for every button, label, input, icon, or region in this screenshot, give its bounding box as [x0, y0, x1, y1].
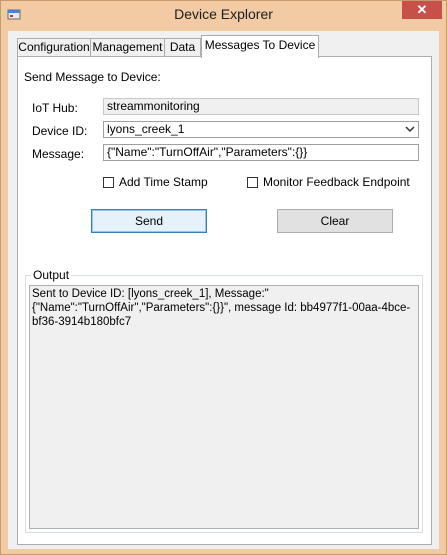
add-timestamp-checkbox[interactable] [103, 177, 114, 188]
send-message-heading: Send Message to Device: [24, 70, 161, 84]
output-group: Output Sent to Device ID: [lyons_creek_1… [25, 268, 423, 533]
device-id-label: Device ID: [32, 124, 88, 138]
window-title: Device Explorer [174, 6, 273, 22]
title-bar[interactable]: Device Explorer ✕ [1, 1, 446, 27]
monitor-feedback-label[interactable]: Monitor Feedback Endpoint [263, 175, 410, 189]
add-timestamp-label[interactable]: Add Time Stamp [119, 175, 208, 189]
output-textbox[interactable]: Sent to Device ID: [lyons_creek_1], Mess… [29, 285, 419, 529]
device-id-dropdown[interactable]: lyons_creek_1 [103, 121, 419, 138]
client-area: Configuration Management Data Messages T… [8, 31, 439, 549]
send-button[interactable]: Send [91, 209, 207, 233]
iot-hub-field[interactable]: streammonitoring [103, 98, 419, 115]
iot-hub-label: IoT Hub: [32, 101, 78, 115]
messages-panel: Send Message to Device: IoT Hub: streamm… [17, 56, 432, 545]
device-id-value: lyons_creek_1 [107, 122, 185, 136]
app-window: Device Explorer ✕ Configuration Manageme… [0, 0, 447, 555]
tab-configuration[interactable]: Configuration [17, 38, 91, 57]
tab-management[interactable]: Management [90, 38, 165, 57]
message-label: Message: [32, 147, 85, 161]
close-button[interactable]: ✕ [402, 1, 442, 19]
tab-data[interactable]: Data [164, 38, 201, 57]
close-icon: ✕ [416, 2, 428, 17]
tab-messages-to-device[interactable]: Messages To Device [201, 35, 319, 58]
message-input[interactable]: {"Name":"TurnOffAir","Parameters":{}} [103, 144, 419, 161]
output-legend: Output [31, 268, 72, 282]
monitor-feedback-checkbox[interactable] [247, 177, 258, 188]
clear-button[interactable]: Clear [277, 209, 393, 233]
chevron-down-icon[interactable] [402, 122, 418, 137]
